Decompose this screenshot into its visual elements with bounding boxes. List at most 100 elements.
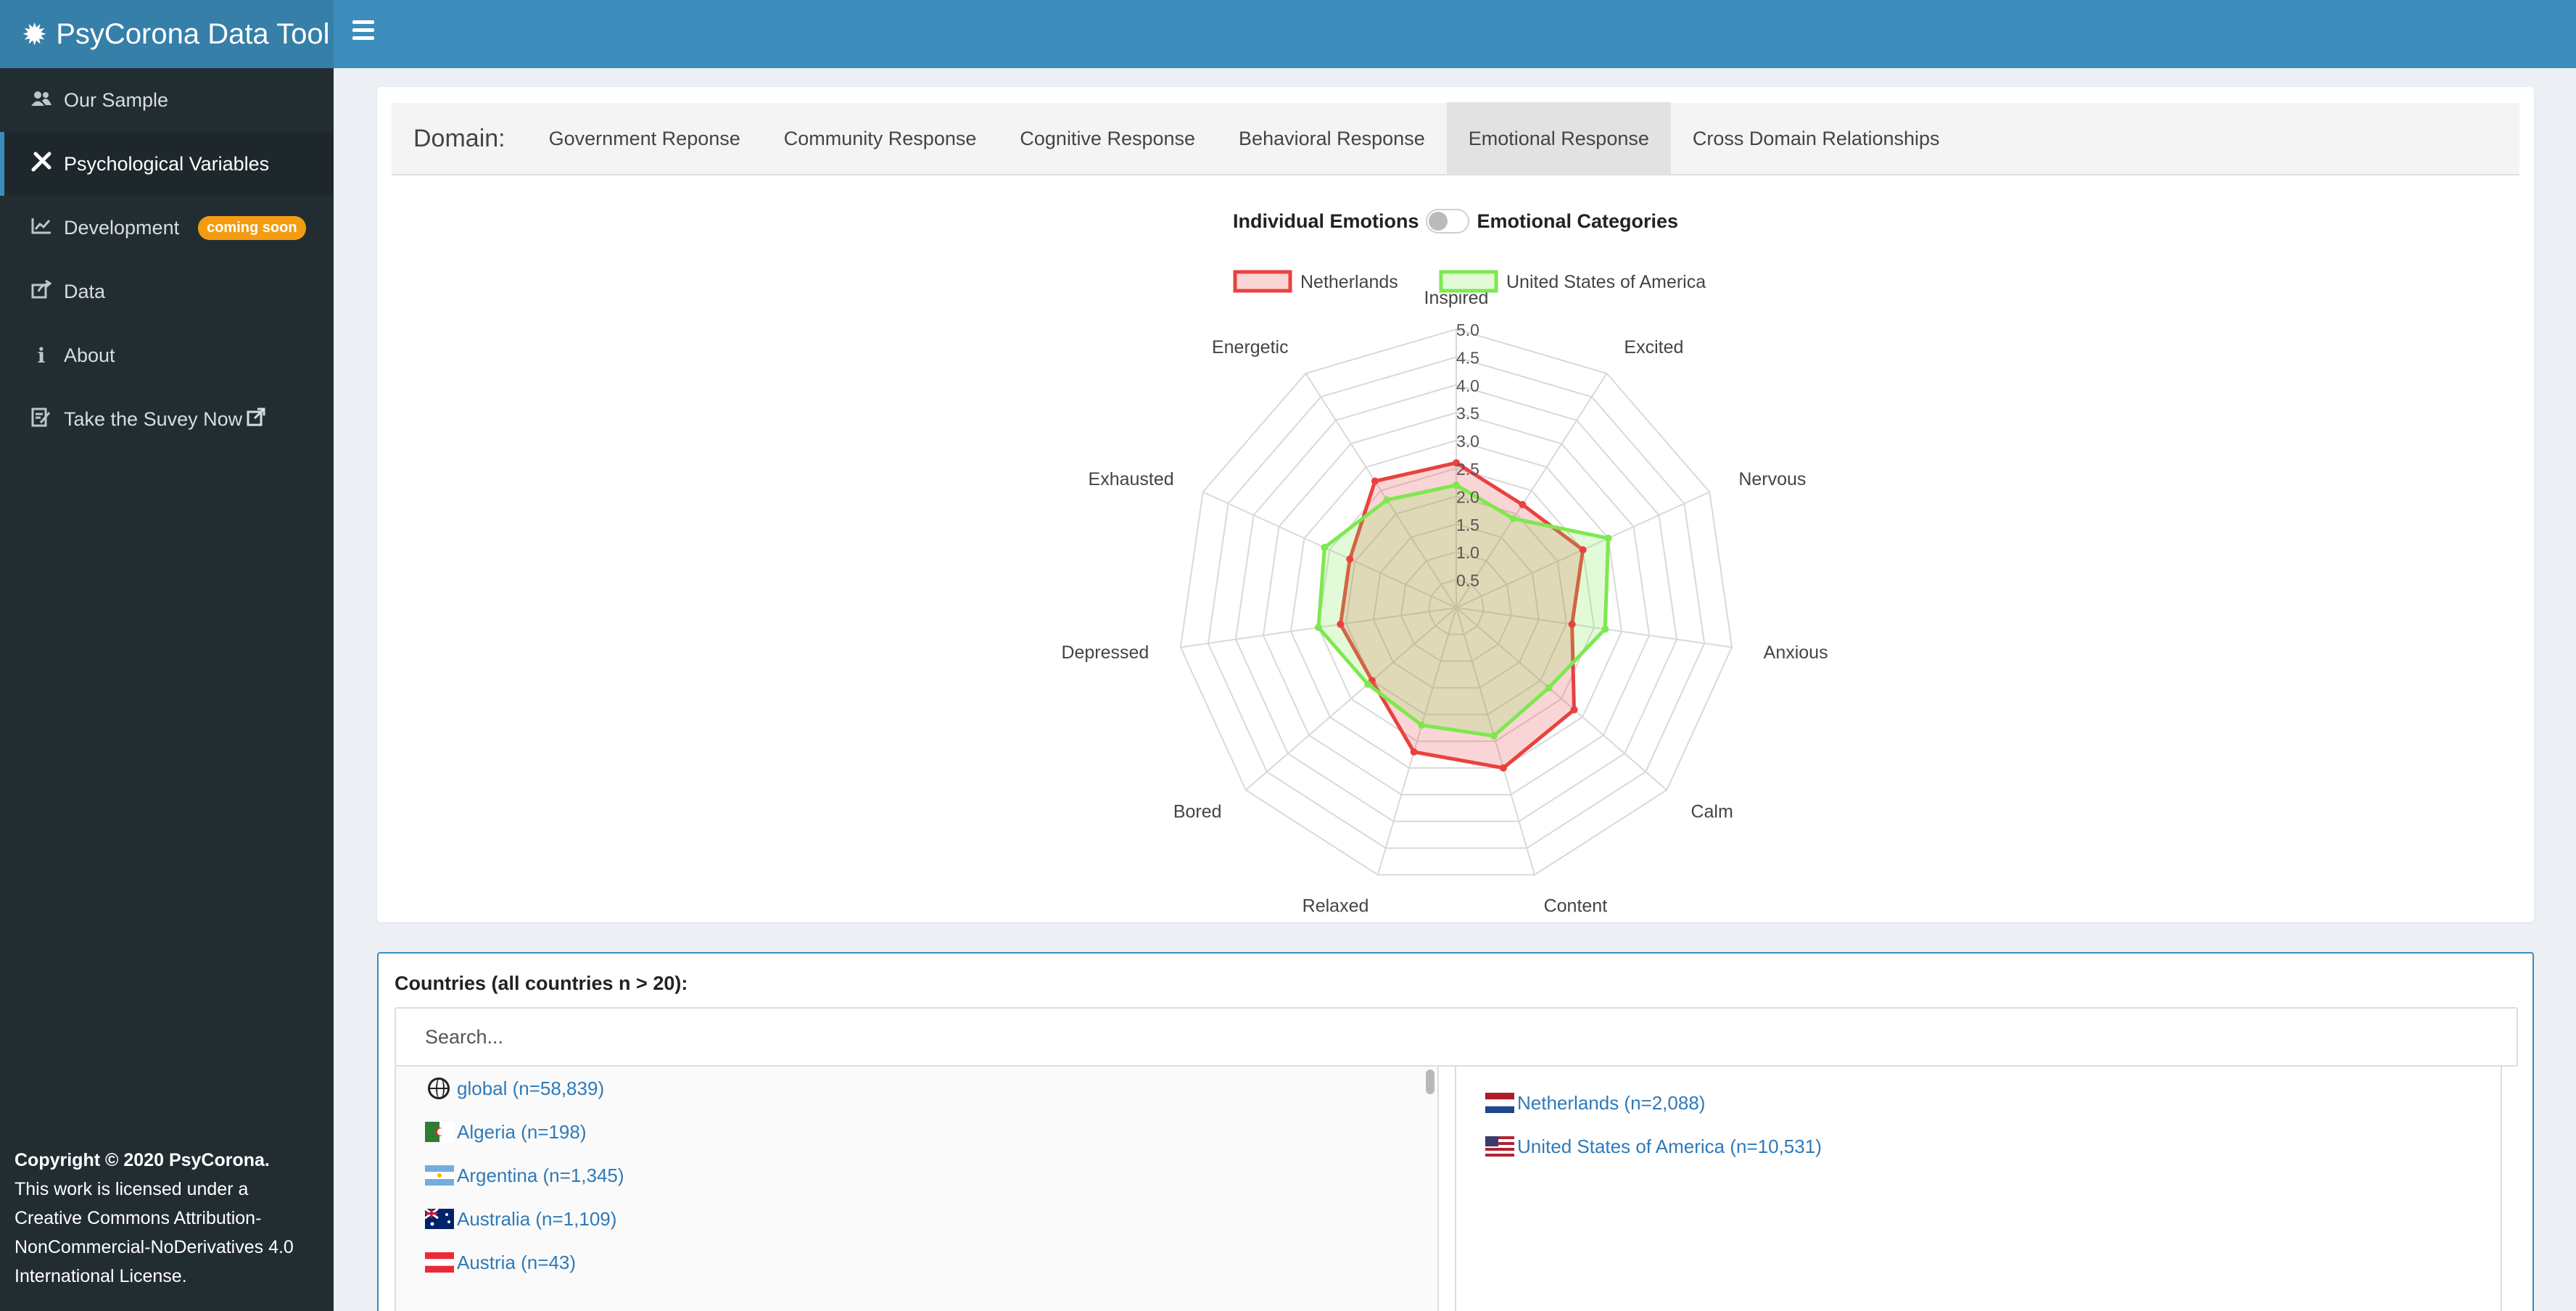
radar-axis-label: Excited <box>1624 337 1683 357</box>
info-icon: i <box>37 343 46 368</box>
radar-tick-label: 4.5 <box>1456 348 1479 367</box>
sidebar-item-take-survey[interactable]: Take the Suvey Now <box>0 387 334 451</box>
psycorona-link[interactable]: PsyCorona. <box>169 1150 270 1170</box>
radar-axis-label: Relaxed <box>1303 896 1369 917</box>
country-search-input[interactable]: Search... <box>395 1007 2518 1067</box>
license-link[interactable]: Creative Commons Attribution-NonCommerci… <box>15 1208 294 1286</box>
app-brand[interactable]: ✹ PsyCorona Data Tool <box>0 0 334 68</box>
sidebar-item-label: Take the Suvey Now <box>64 408 243 430</box>
tools-icon <box>29 152 54 177</box>
users-icon <box>29 88 54 112</box>
radar-point <box>1570 706 1578 714</box>
radar-tick-label: 0.5 <box>1456 571 1479 590</box>
radar-point <box>1346 555 1354 563</box>
radar-point <box>1545 684 1553 692</box>
radar-axis-label: Nervous <box>1738 469 1806 489</box>
share-icon <box>29 279 54 304</box>
radar-axis-label: Anxious <box>1764 642 1828 663</box>
country-item-usa[interactable]: United States of America (n=10,531) <box>1456 1125 2501 1168</box>
country-label: global (n=58,839) <box>457 1077 605 1099</box>
survey-icon <box>29 407 54 432</box>
radar-point <box>1321 544 1329 552</box>
radar-tick-label: 3.5 <box>1456 404 1479 423</box>
legend-label: Netherlands <box>1300 272 1398 292</box>
austria-flag-icon <box>425 1252 454 1273</box>
country-label: United States of America (n=10,531) <box>1517 1135 1822 1157</box>
radar-tick-label: 3.0 <box>1456 432 1479 451</box>
sidebar-item-label: Data <box>64 280 106 302</box>
country-item-australia[interactable]: Australia (n=1,109) <box>396 1197 1437 1241</box>
license-intro: This work is licensed under a <box>15 1179 249 1199</box>
radar-point <box>1371 477 1379 485</box>
sidebar-item-label: About <box>64 344 115 366</box>
sidebar-item-label: Psychological Variables <box>64 152 270 175</box>
radar-point <box>1519 500 1527 508</box>
radar-point <box>1490 732 1498 740</box>
radar-tick-label: 2.5 <box>1456 460 1479 479</box>
sidebar-item-label: Development <box>64 216 180 239</box>
chart-line-icon <box>29 216 54 239</box>
radar-axis-label: Content <box>1544 896 1608 917</box>
sidebar-item-data[interactable]: Data <box>0 260 334 323</box>
radar-tick-label: 5.0 <box>1456 320 1479 339</box>
radar-point <box>1314 624 1322 632</box>
countries-panel: Countries (all countries n > 20): Search… <box>377 952 2534 1311</box>
argentina-flag-icon <box>425 1165 454 1186</box>
radar-axis-label: Bored <box>1173 801 1222 822</box>
radar-point <box>1383 496 1391 504</box>
radar-point <box>1509 515 1517 523</box>
radar-point <box>1364 680 1372 688</box>
algeria-flag-icon <box>425 1122 454 1142</box>
legend-swatch <box>1233 270 1292 293</box>
coming-soon-badge: coming soon <box>198 215 306 240</box>
radar-axis-label: Depressed <box>1061 642 1149 663</box>
radar-point <box>1410 748 1418 756</box>
sidebar-item-our-sample[interactable]: Our Sample <box>0 68 334 132</box>
radar-tick-label: 4.0 <box>1456 376 1479 395</box>
available-countries-list[interactable]: global (n=58,839) Algeria (n=198) Argent… <box>395 1067 1439 1311</box>
country-item-netherlands[interactable]: Netherlands (n=2,088) <box>1456 1081 2501 1125</box>
copyright-notice: Copyright © 2020 PsyCorona. This work is… <box>15 1146 326 1291</box>
gear-icon: ✹ <box>22 17 48 51</box>
hamburger-icon[interactable] <box>352 20 374 42</box>
radar-axis-label: Calm <box>1690 801 1733 822</box>
radar-point <box>1418 721 1426 729</box>
radar-point <box>1601 625 1609 633</box>
legend-swatch <box>1439 270 1498 293</box>
country-item-austria[interactable]: Austria (n=43) <box>396 1241 1437 1284</box>
radar-point <box>1568 620 1576 628</box>
sidebar-item-about[interactable]: i About <box>0 323 334 387</box>
country-item-global[interactable]: global (n=58,839) <box>396 1067 1437 1110</box>
country-item-algeria[interactable]: Algeria (n=198) <box>396 1110 1437 1154</box>
legend-label: United States of America <box>1506 272 1706 292</box>
radar-tick-label: 2.0 <box>1456 487 1479 506</box>
radar-axis-label: Exhausted <box>1089 469 1174 489</box>
sidebar-item-psychological-variables[interactable]: Psychological Variables <box>0 132 334 196</box>
usa-flag-icon <box>1485 1136 1514 1157</box>
radar-axis-label: Energetic <box>1212 337 1289 357</box>
radar-tick-label: 1.0 <box>1456 543 1479 562</box>
list-scrollbar[interactable] <box>1426 1070 1434 1094</box>
country-label: Austria (n=43) <box>457 1251 577 1273</box>
radar-tick-label: 1.5 <box>1456 516 1479 534</box>
country-label: Australia (n=1,109) <box>457 1207 617 1230</box>
external-link-icon <box>247 408 265 431</box>
countries-title: Countries (all countries n > 20): <box>395 972 688 994</box>
selected-countries-list[interactable]: Netherlands (n=2,088) United States of A… <box>1455 1067 2502 1311</box>
country-label: Argentina (n=1,345) <box>457 1164 624 1186</box>
radar-point <box>1604 534 1612 542</box>
copyright-prefix: Copyright © 2020 <box>15 1150 164 1170</box>
country-item-argentina[interactable]: Argentina (n=1,345) <box>396 1154 1437 1197</box>
radar-point <box>1579 546 1587 554</box>
radar-chart: 0.51.01.52.02.53.03.54.04.55.0InspiredEx… <box>1061 270 1828 917</box>
sidebar-item-development[interactable]: Development coming soon <box>0 196 334 260</box>
emotional-response-panel: Domain: Government Reponse Community Res… <box>377 87 2534 922</box>
country-label: Netherlands (n=2,088) <box>1517 1091 1706 1114</box>
country-label: Algeria (n=198) <box>457 1120 587 1143</box>
netherlands-flag-icon <box>1485 1093 1514 1113</box>
top-navbar <box>334 0 2576 68</box>
australia-flag-icon <box>425 1209 454 1229</box>
radar-point <box>1337 620 1345 628</box>
radar-point <box>1499 764 1507 772</box>
globe-icon <box>428 1078 450 1099</box>
